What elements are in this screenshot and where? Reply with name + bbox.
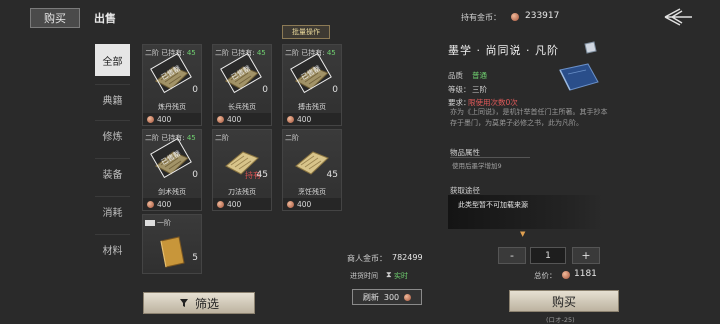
quality-label: 品质 xyxy=(448,71,463,80)
category-all[interactable]: 全部 xyxy=(95,44,130,76)
coin-icon xyxy=(562,271,570,279)
merchant-coins-label: 商人金币： xyxy=(347,254,387,263)
item-quantity: 0 xyxy=(262,85,268,95)
quality-value: 普通 xyxy=(472,71,487,80)
item-book-icon xyxy=(559,63,599,91)
quantity-field[interactable]: 1 xyxy=(530,247,566,264)
item-quantity: 0 xyxy=(192,170,198,180)
level-value: 三阶 xyxy=(472,85,487,94)
item-held-count: 45 xyxy=(256,49,266,57)
item-card[interactable]: 一阶 5 xyxy=(142,214,202,274)
restock-label: 进货时间 xyxy=(350,272,378,280)
item-grade: 二阶 xyxy=(145,49,159,57)
source-text: 此类型暂不可加载来源 xyxy=(458,201,528,209)
item-held-count: 45 xyxy=(326,49,336,57)
item-name: 刀法残页 xyxy=(228,188,256,196)
item-price: 400 xyxy=(297,199,312,209)
back-arrow-icon[interactable] xyxy=(660,6,694,28)
item-price: 400 xyxy=(157,199,172,209)
buy-button[interactable]: 购买 xyxy=(509,290,619,312)
item-quantity: 5 xyxy=(192,253,198,263)
item-detail-title: 墨学 · 尚同说 · 凡阶 xyxy=(448,44,559,57)
item-card[interactable]: 二阶 已持有: 45 已售罄 0 剑术残页 400 xyxy=(142,129,202,211)
item-grade: 二阶 xyxy=(215,49,229,57)
chevron-down-icon[interactable]: ▼ xyxy=(520,230,525,238)
item-name: 搏击残页 xyxy=(298,103,326,111)
item-quantity: 0 xyxy=(192,85,198,95)
coin-icon xyxy=(147,200,154,208)
filter-button[interactable]: 筛选 xyxy=(143,292,255,314)
increase-button[interactable]: + xyxy=(572,247,600,264)
book-icon xyxy=(160,236,185,268)
tab-buy[interactable]: 购买 xyxy=(30,8,80,28)
category-materials[interactable]: 材料 xyxy=(95,234,130,264)
coin-icon xyxy=(147,115,154,123)
item-name: 烹饪残页 xyxy=(298,188,326,196)
category-cultivation[interactable]: 修炼 xyxy=(95,120,130,150)
decrease-button[interactable]: - xyxy=(498,247,526,264)
item-name: 炼丹残页 xyxy=(158,103,186,111)
refresh-button[interactable]: 刷新 300 xyxy=(352,289,422,305)
bulk-operation-button[interactable]: 批量操作 xyxy=(282,25,330,39)
coin-icon xyxy=(287,115,294,123)
item-card[interactable]: 二阶 持有 45 刀法残页 400 xyxy=(212,129,272,211)
item-price: 400 xyxy=(227,114,242,124)
category-books[interactable]: 典籍 xyxy=(95,84,130,114)
total-price-value: 1181 xyxy=(574,269,597,279)
item-grade: 二阶 xyxy=(285,134,299,142)
scroll-page-icon xyxy=(295,151,329,175)
item-price: 400 xyxy=(157,114,172,124)
item-price: 400 xyxy=(297,114,312,124)
item-grade: 二阶 xyxy=(285,49,299,57)
item-grade: 二阶 xyxy=(215,134,229,142)
total-price-label: 总价： xyxy=(534,271,557,280)
book-small-icon xyxy=(584,41,597,54)
item-description: 亦为《上同说》，是机针举首任门主所著。其手抄本存于墨门，为莫弟子必修之书，此为凡… xyxy=(450,108,608,127)
item-price: 400 xyxy=(227,199,242,209)
filter-label: 筛选 xyxy=(194,296,219,311)
item-card[interactable]: 二阶 已持有: 45 已售罄 0 炼丹残页 400 xyxy=(142,44,202,126)
divider xyxy=(450,157,530,158)
item-grade: 一阶 xyxy=(157,219,171,227)
item-card[interactable]: 二阶 45 烹饪残页 400 xyxy=(282,129,342,211)
item-name: 剑术残页 xyxy=(158,188,186,196)
coin-icon xyxy=(511,13,519,21)
coin-icon xyxy=(217,115,224,123)
restock-value: 实时 xyxy=(394,272,408,280)
item-name: 长兵残页 xyxy=(228,103,256,111)
item-held-count: 45 xyxy=(186,49,196,57)
buy-hint: (ロオ-25) xyxy=(546,316,575,324)
item-card[interactable]: 二阶 已持有: 45 已售罄 0 长兵残页 400 xyxy=(212,44,272,126)
attributes-text: 使用后墨学增加9 xyxy=(452,162,502,170)
merchant-coins-value: 782499 xyxy=(392,253,423,262)
coins-label: 持有金币： xyxy=(461,13,501,22)
category-equipment[interactable]: 装备 xyxy=(95,158,130,188)
item-card[interactable]: 二阶 已持有: 45 已售罄 0 搏击残页 400 xyxy=(282,44,342,126)
level-label: 等级： xyxy=(448,85,471,94)
book-small-icon xyxy=(145,220,155,226)
category-consumables[interactable]: 消耗 xyxy=(95,196,130,226)
coin-icon xyxy=(287,200,294,208)
coins-value: 233917 xyxy=(525,11,560,21)
item-quantity: 45 xyxy=(326,170,338,180)
item-held-count: 45 xyxy=(186,134,196,142)
tab-sell[interactable]: 出售 xyxy=(94,10,116,26)
hourglass-icon: ⧗ xyxy=(386,270,392,279)
refresh-cost: 300 xyxy=(383,292,400,302)
coin-icon xyxy=(404,293,412,301)
filter-icon xyxy=(179,299,188,307)
refresh-label: 刷新 xyxy=(362,292,379,302)
item-grade: 二阶 xyxy=(145,134,159,142)
item-quantity: 0 xyxy=(332,85,338,95)
item-quantity: 45 xyxy=(256,170,268,180)
coin-icon xyxy=(217,200,224,208)
